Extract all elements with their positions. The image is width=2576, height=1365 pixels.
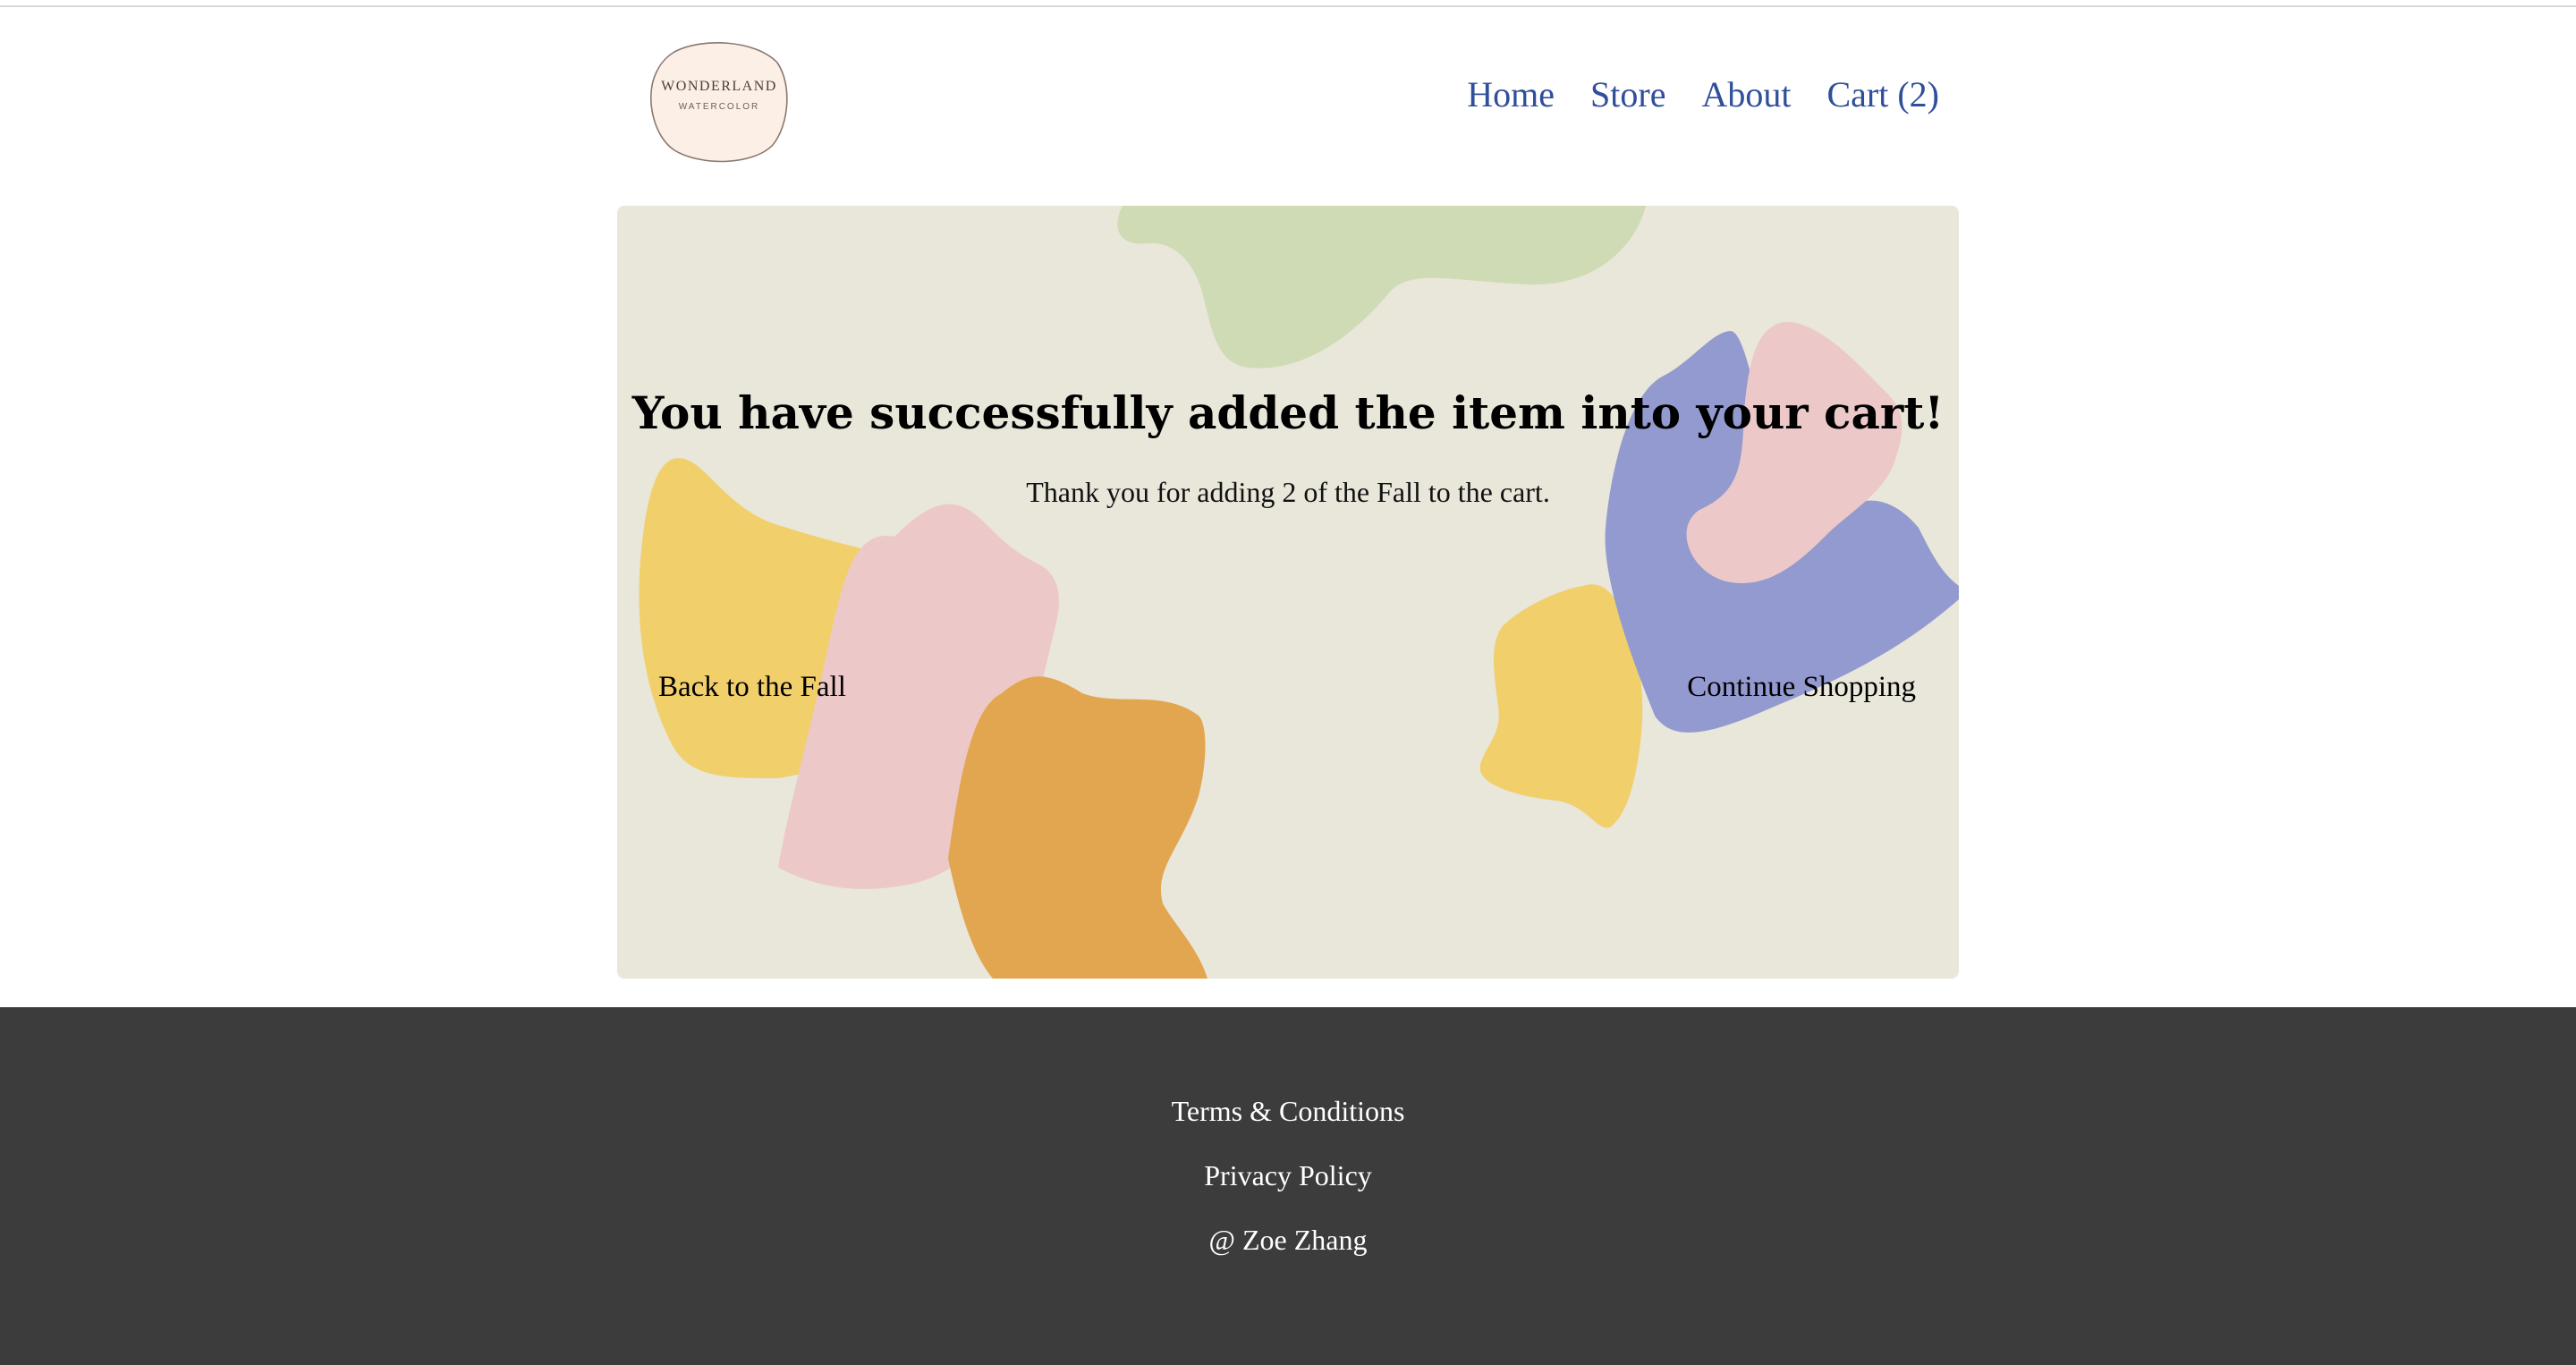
privacy-link[interactable]: Privacy Policy — [0, 1159, 2576, 1192]
copyright-text: @ Zoe Zhang — [1208, 1224, 1368, 1256]
continue-shopping-link[interactable]: Continue Shopping — [1687, 671, 1916, 704]
site-footer: Terms & Conditions Privacy Policy @ Zoe … — [0, 1007, 2576, 1365]
logo-blob-icon — [650, 42, 788, 163]
yellow-blob-right — [1479, 584, 1643, 828]
nav-home[interactable]: Home — [1467, 73, 1555, 115]
confirmation-message: Thank you for adding 2 of the Fall to th… — [1026, 476, 1550, 508]
confirmation-card: You have successfully added the item int… — [617, 206, 1959, 979]
back-to-product-link[interactable]: Back to the Fall — [658, 671, 846, 704]
decorative-blobs — [639, 206, 1959, 979]
site-logo[interactable]: WONDERLAND WATERCOLOR — [648, 36, 791, 165]
top-rule — [0, 0, 2576, 7]
nav-about[interactable]: About — [1701, 73, 1791, 115]
orange-blob — [948, 676, 1208, 979]
confirmation-title: You have successfully added the item int… — [631, 386, 1945, 439]
nav-cart[interactable]: Cart (2) — [1826, 73, 1939, 115]
terms-link[interactable]: Terms & Conditions — [0, 1095, 2576, 1128]
logo-tagline: WATERCOLOR — [678, 102, 760, 112]
main-nav: Home Store About Cart (2) — [1467, 73, 1939, 115]
green-blob — [1117, 206, 1646, 369]
nav-store[interactable]: Store — [1590, 73, 1665, 115]
logo-name: WONDERLAND — [661, 79, 777, 94]
